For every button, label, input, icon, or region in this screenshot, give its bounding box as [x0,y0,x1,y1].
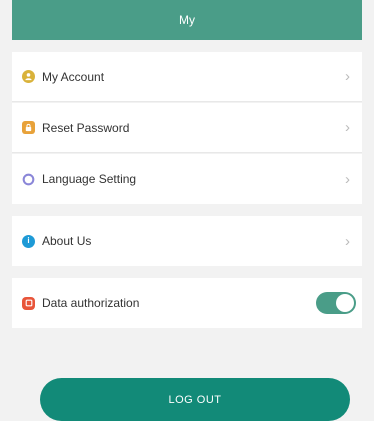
shield-icon [22,296,35,310]
menu-item-label: Language Setting [42,172,137,186]
chevron-right-icon: › [345,232,350,250]
data-authorization-label: Data authorization [42,296,140,310]
globe-icon [22,173,35,186]
info-icon: i [22,234,35,248]
menu-item-about-us[interactable]: i About Us › [12,216,362,266]
logout-label: LOG OUT [168,393,222,406]
my-screen: My My Account › Reset Password › Languag… [0,0,374,421]
menu-item-label: About Us [42,234,92,248]
chevron-right-icon: › [345,68,350,85]
lock-icon [22,121,35,134]
header-bar: My [12,0,362,40]
data-authorization-toggle[interactable] [316,292,356,314]
user-icon [22,70,35,83]
menu-item-label: Reset Password [42,120,130,135]
menu-item-label: My Account [42,69,105,84]
toggle-knob [336,294,354,312]
page-title: My [179,13,195,27]
chevron-right-icon: › [345,170,350,188]
data-authorization-row: Data authorization [12,278,362,328]
logout-button[interactable]: LOG OUT [40,378,350,421]
menu-item-reset-password[interactable]: Reset Password › [12,103,362,153]
menu-item-my-account[interactable]: My Account › [12,52,362,102]
chevron-right-icon: › [345,119,350,136]
menu-item-language-setting[interactable]: Language Setting › [12,154,362,204]
